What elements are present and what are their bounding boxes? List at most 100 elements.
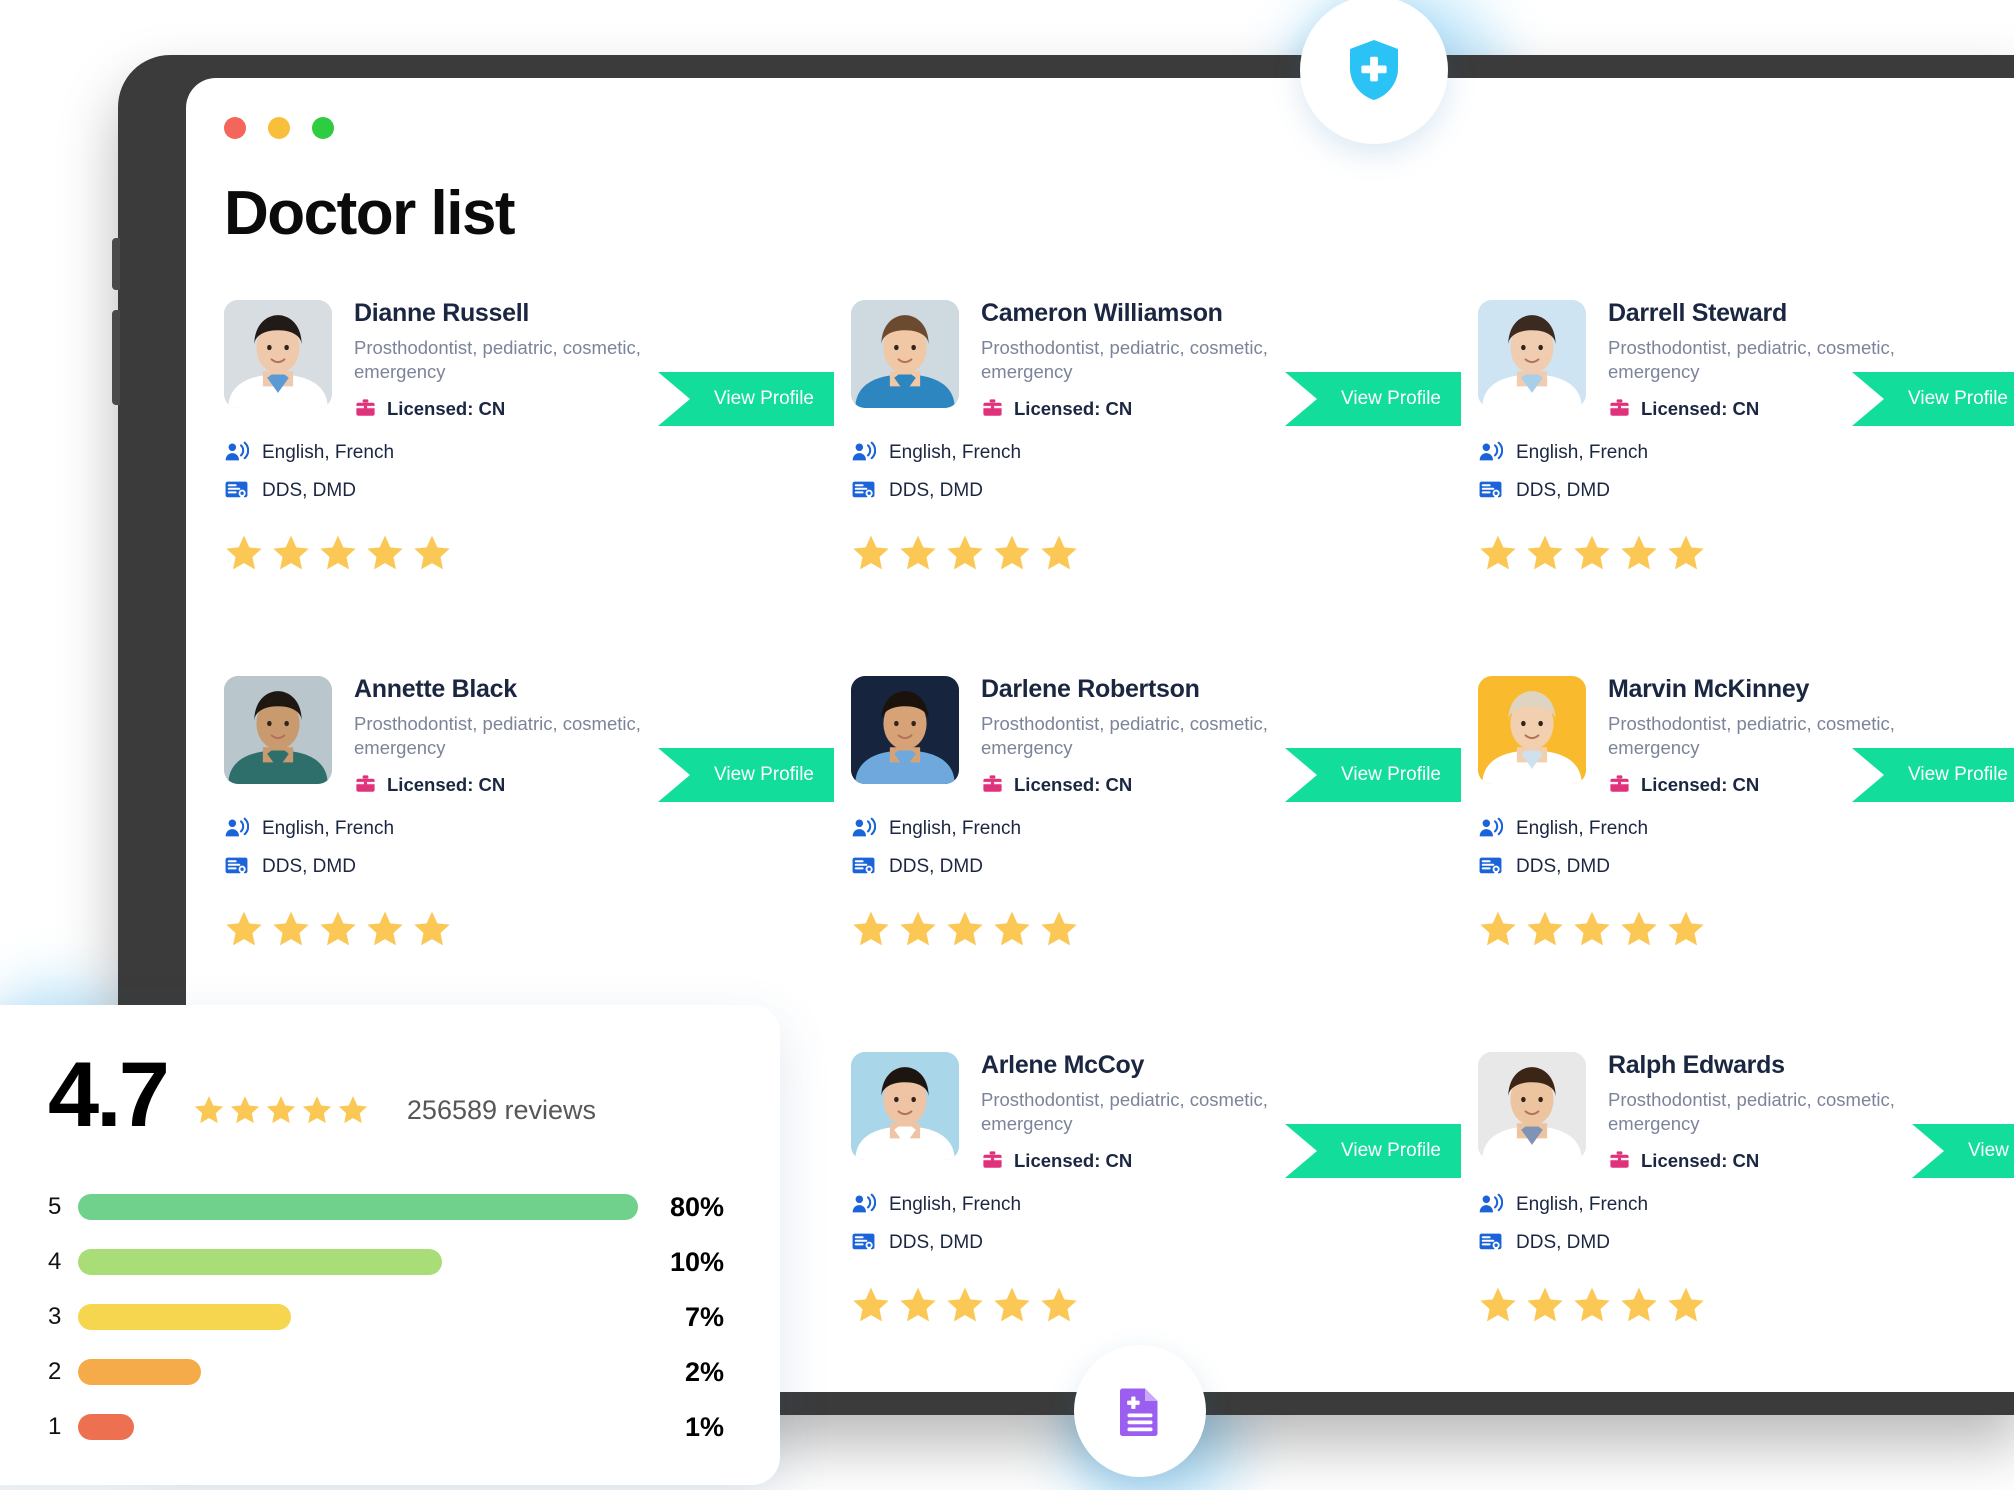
star-icon: [230, 1095, 260, 1123]
star-icon: [414, 535, 450, 570]
doctor-avatar: [851, 300, 959, 408]
star-icon: [1527, 1287, 1563, 1322]
doctor-card[interactable]: Darlene Robertson Prosthodontist, pediatr…: [851, 675, 1461, 1052]
person-speaking-icon: [1479, 1193, 1503, 1213]
person-speaking-icon: [225, 817, 249, 837]
star-icon: [194, 1095, 224, 1123]
rating-stars: [193, 1094, 369, 1138]
star-icon: [1574, 1287, 1610, 1322]
doctor-avatar: [851, 676, 959, 784]
page-title: Doctor list: [224, 179, 516, 248]
languages-label: English, French: [889, 817, 1022, 839]
volume-down-button[interactable]: [112, 310, 120, 405]
briefcase-icon: [982, 1151, 1003, 1168]
degrees-label: DDS, DMD: [262, 479, 356, 501]
avatar-portrait: [1478, 300, 1586, 408]
star-icon: [1668, 535, 1704, 570]
star-icon: [900, 535, 936, 570]
rating-bar-track: [78, 1194, 638, 1221]
star-icon: [273, 911, 309, 946]
briefcase-icon: [1609, 1151, 1630, 1168]
volume-up-button[interactable]: [112, 238, 120, 290]
star-icon: [226, 535, 262, 570]
star-icon: [367, 911, 403, 946]
license-label: Licensed: CN: [1014, 773, 1133, 795]
doctor-card[interactable]: Marvin McKinney Prosthodontist, pediatric…: [1478, 675, 2014, 1052]
doctor-rating-stars: [1478, 909, 2014, 949]
license-label: Licensed: CN: [387, 773, 506, 795]
doctor-specialty: Prosthodontist, pediatric, cosmetic, eme…: [354, 336, 641, 382]
doctor-avatar: [224, 676, 332, 784]
doctor-rating-stars: [1478, 533, 2014, 573]
doctor-name: Ralph Edwards: [1608, 1051, 1785, 1079]
doctor-rating-stars: [224, 909, 784, 949]
doctor-name: Arlene McCoy: [981, 1051, 1145, 1079]
doctor-card[interactable]: Darrell Steward Prosthodontist, pediatric…: [1478, 299, 2014, 676]
rating-summary-card: 4.7 256589 reviews 5 80% 4 10% 3 7% 2 2% 1 1%: [0, 1005, 780, 1485]
star-icon: [900, 911, 936, 946]
doctor-card[interactable]: Dianne Russell Prosthodontist, pediatric,…: [224, 299, 834, 676]
doctor-name: Marvin McKinney: [1608, 675, 1810, 703]
doctor-details: Cameron Williamson Prosthodontist, pediat…: [981, 299, 1461, 426]
maximize-window-dot[interactable]: [312, 117, 334, 139]
star-icon: [853, 1287, 889, 1322]
rating-bar-label: 4: [48, 1248, 62, 1276]
doctor-card[interactable]: Cameron Williamson Prosthodontist, pediat…: [851, 299, 1461, 676]
window-controls: [224, 117, 334, 139]
star-icon: [302, 1095, 332, 1123]
rating-bar-percent: 80%: [669, 1191, 724, 1222]
languages-label: English, French: [1516, 441, 1649, 463]
license-label: Licensed: CN: [1014, 1149, 1133, 1171]
certificate-icon: [1479, 481, 1502, 502]
star-icon: [273, 535, 309, 570]
doctor-avatar: [1478, 300, 1586, 408]
star-icon: [1527, 911, 1563, 946]
star-icon: [853, 535, 889, 570]
shield-plus-icon: [1350, 40, 1398, 100]
doctor-specialty: Prosthodontist, pediatric, cosmetic, eme…: [981, 1088, 1268, 1134]
languages-row: English, French: [851, 440, 1411, 465]
person-speaking-icon: [1479, 441, 1503, 461]
star-icon: [994, 911, 1030, 946]
star-icon: [994, 535, 1030, 570]
degrees-row: DDS, DMD: [851, 854, 1411, 879]
rating-bar-label: 3: [48, 1303, 62, 1331]
star-icon: [1621, 911, 1657, 946]
rating-bar-row: 2 2%: [48, 1345, 724, 1400]
doctor-card[interactable]: Arlene McCoy Prosthodontist, pediatric, c…: [851, 1051, 1461, 1392]
languages-row: English, French: [1478, 1192, 2014, 1217]
star-icon: [320, 911, 356, 946]
star-icon: [994, 1287, 1030, 1322]
languages-row: English, French: [224, 440, 784, 465]
star-icon: [226, 911, 262, 946]
star-icon: [900, 1287, 936, 1322]
rating-bar-fill: [78, 1249, 442, 1276]
doctor-name: Cameron Williamson: [981, 299, 1223, 327]
languages-row: English, French: [851, 816, 1411, 841]
screenshot-root: Doctor list Dianne Russell Prosthodontist…: [0, 0, 2014, 1490]
person-speaking-icon: [852, 817, 876, 837]
doctor-card[interactable]: Annette Black Prosthodontist, pediatric, …: [224, 675, 834, 1052]
rating-bar-track: [78, 1414, 638, 1441]
rating-bar-track: [78, 1304, 638, 1331]
doctor-card-top: Ralph Edwards Prosthodontist, pediatric, …: [1478, 1051, 2014, 1178]
certificate-icon: [852, 1233, 875, 1254]
doctor-rating-stars: [851, 909, 1411, 949]
close-window-dot[interactable]: [224, 117, 246, 139]
person-speaking-icon: [852, 441, 876, 461]
degrees-row: DDS, DMD: [851, 478, 1411, 503]
languages-label: English, French: [1516, 817, 1649, 839]
briefcase-icon: [982, 775, 1003, 792]
doctor-avatar: [1478, 676, 1586, 784]
avatar-portrait: [224, 676, 332, 784]
doctor-rating-stars: [224, 533, 784, 573]
languages-label: English, French: [262, 817, 395, 839]
degrees-row: DDS, DMD: [851, 1230, 1411, 1255]
avatar-portrait: [851, 300, 959, 408]
doctor-card-top: Dianne Russell Prosthodontist, pediatric,…: [224, 299, 834, 426]
minimize-window-dot[interactable]: [268, 117, 290, 139]
license-label: Licensed: CN: [1014, 397, 1133, 419]
degrees-label: DDS, DMD: [889, 479, 983, 501]
doctor-card[interactable]: Ralph Edwards Prosthodontist, pediatric, …: [1478, 1051, 2014, 1392]
rating-bar-percent: 7%: [684, 1301, 724, 1332]
